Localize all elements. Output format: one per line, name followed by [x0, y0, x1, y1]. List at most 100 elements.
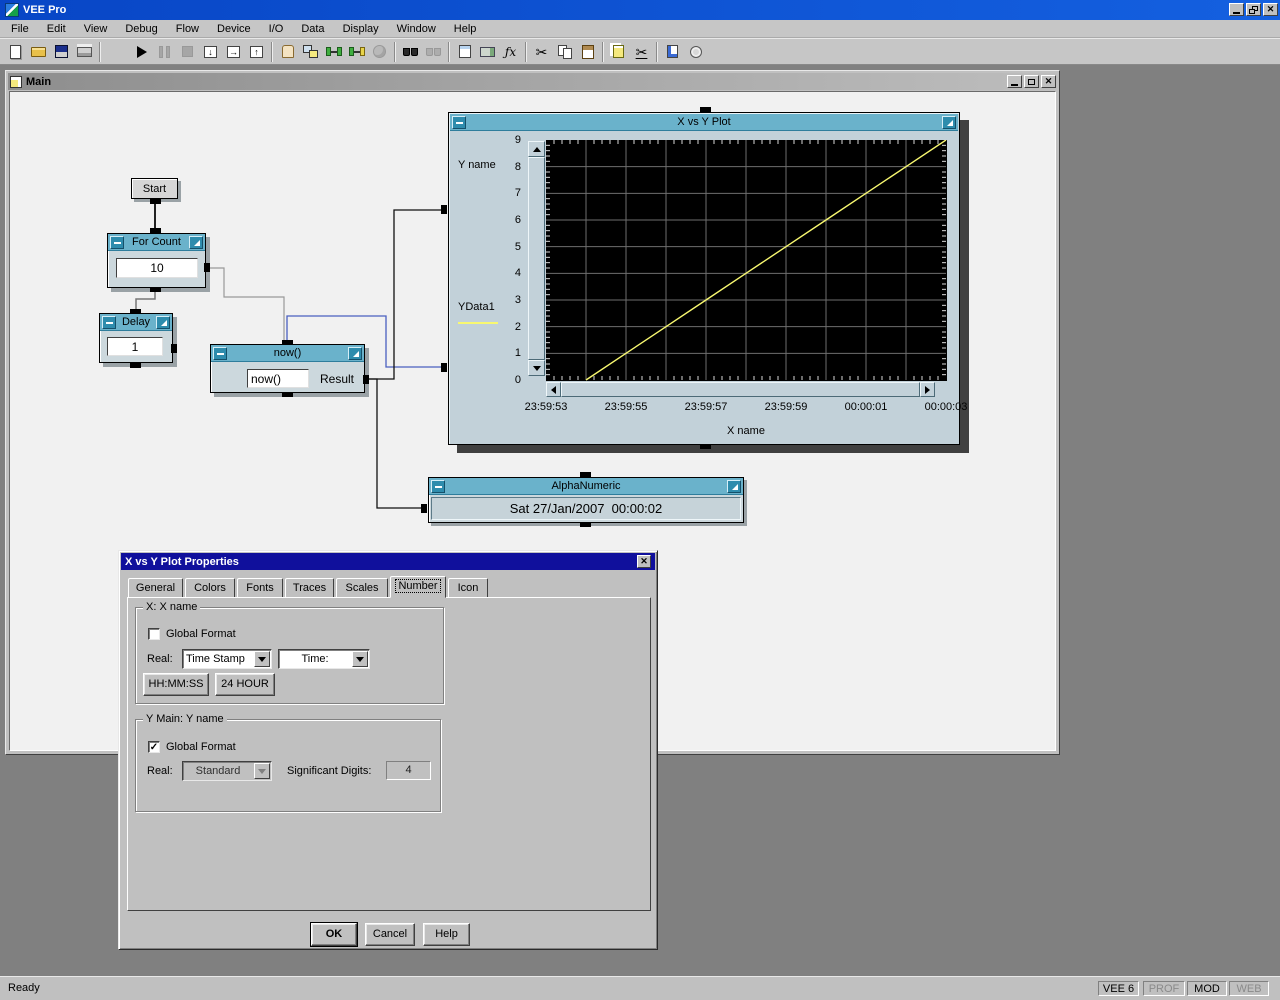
- menu-help[interactable]: Help: [445, 21, 486, 37]
- cancel-button[interactable]: Cancel: [365, 923, 415, 946]
- menu-device[interactable]: Device: [208, 21, 260, 37]
- tab-colors[interactable]: Colors: [185, 578, 235, 598]
- help-button[interactable]: Help: [423, 923, 470, 946]
- menu-display[interactable]: Display: [334, 21, 388, 37]
- create-userobject-icon[interactable]: [607, 41, 630, 63]
- properties-icon[interactable]: [453, 41, 476, 63]
- dialog-titlebar[interactable]: X vs Y Plot Properties ✕: [121, 553, 655, 570]
- for-count-minimize-icon[interactable]: [110, 236, 124, 249]
- main-minimize-button[interactable]: [1007, 75, 1022, 88]
- main-close-button[interactable]: ✕: [1041, 75, 1056, 88]
- open-icon[interactable]: [27, 41, 50, 63]
- xy-plot-window[interactable]: X vs Y Plot Y name YData1 9876543210 23:…: [448, 112, 960, 445]
- plot-y-scroll-thumb[interactable]: [528, 157, 545, 360]
- plot-data-in-pin-2[interactable]: [441, 363, 447, 372]
- delay-object[interactable]: Delay: [99, 313, 173, 363]
- save-icon[interactable]: [50, 41, 73, 63]
- formula-result-terminal[interactable]: Result: [313, 369, 361, 388]
- plot-x-scroll-right-icon[interactable]: [920, 382, 935, 397]
- x-hhmmss-button[interactable]: HH:MM:SS: [143, 673, 209, 696]
- menu-data[interactable]: Data: [292, 21, 333, 37]
- tab-traces[interactable]: Traces: [285, 578, 334, 598]
- tab-icon[interactable]: Icon: [448, 578, 488, 598]
- tab-scales[interactable]: Scales: [336, 578, 388, 598]
- plot-data-in-pin-1[interactable]: [441, 205, 447, 214]
- plot-y-scrollbar[interactable]: [528, 141, 545, 376]
- delay-minimize-icon[interactable]: [102, 316, 116, 329]
- paste-icon[interactable]: [576, 41, 599, 63]
- menu-file[interactable]: File: [2, 21, 38, 37]
- alphanumeric-object[interactable]: AlphaNumeric Sat 27/Jan/2007 00:00:02: [428, 477, 744, 523]
- start-sequence-out-pin[interactable]: [150, 199, 161, 204]
- copy-icon[interactable]: [553, 41, 576, 63]
- start-object[interactable]: Start: [131, 178, 178, 199]
- alphanumeric-sequence-out-pin[interactable]: [580, 522, 591, 527]
- delay-data-pin[interactable]: [171, 344, 177, 353]
- for-count-value-input[interactable]: [116, 258, 198, 278]
- run-icon[interactable]: [130, 41, 153, 63]
- tab-number[interactable]: Number: [390, 576, 446, 598]
- ok-button[interactable]: OK: [311, 923, 357, 946]
- instrument-manager-icon[interactable]: [476, 41, 499, 63]
- alphanumeric-data-in-pin[interactable]: [421, 504, 427, 513]
- plot-area[interactable]: [546, 140, 947, 381]
- formula-result-out-pin[interactable]: [363, 375, 369, 384]
- menu-window[interactable]: Window: [388, 21, 445, 37]
- menu-view[interactable]: View: [75, 21, 117, 37]
- clean-up-lines-icon[interactable]: [345, 41, 368, 63]
- step-into-icon[interactable]: ↓: [199, 41, 222, 63]
- x-subformat-combo[interactable]: Time:: [278, 649, 370, 669]
- alphanumeric-resize-icon[interactable]: [727, 480, 741, 493]
- dialog-close-icon[interactable]: ✕: [637, 555, 651, 568]
- x-24hour-button[interactable]: 24 HOUR: [215, 673, 275, 696]
- menu-flow[interactable]: Flow: [167, 21, 208, 37]
- show-panel-icon[interactable]: [299, 41, 322, 63]
- alphanumeric-titlebar[interactable]: AlphaNumeric: [429, 478, 743, 495]
- delay-sequence-out-pin[interactable]: [130, 363, 141, 368]
- main-window-titlebar[interactable]: Main ✕: [8, 73, 1057, 90]
- formula-titlebar[interactable]: now(): [211, 345, 364, 362]
- tab-fonts[interactable]: Fonts: [237, 578, 283, 598]
- app-minimize-button[interactable]: [1229, 3, 1244, 16]
- app-close-button[interactable]: ✕: [1263, 3, 1278, 16]
- delay-resize-icon[interactable]: [156, 316, 170, 329]
- step-over-icon[interactable]: →: [222, 41, 245, 63]
- alphanumeric-minimize-icon[interactable]: [431, 480, 445, 493]
- app-restore-button[interactable]: [1246, 3, 1261, 16]
- formula-object[interactable]: now() Result: [210, 344, 365, 393]
- for-count-titlebar[interactable]: For Count: [108, 234, 205, 251]
- menu-edit[interactable]: Edit: [38, 21, 75, 37]
- plot-resize-icon[interactable]: [942, 116, 956, 129]
- menu-i-o[interactable]: I/O: [260, 21, 293, 37]
- plot-titlebar[interactable]: X vs Y Plot: [450, 114, 958, 131]
- find-icon[interactable]: [399, 41, 422, 63]
- step-out-icon[interactable]: ↑: [245, 41, 268, 63]
- tab-general[interactable]: General: [128, 578, 183, 598]
- y-global-format-checkbox[interactable]: [148, 741, 160, 753]
- formula-minimize-icon[interactable]: [213, 347, 227, 360]
- forcount-data-out-pin[interactable]: [204, 263, 210, 272]
- for-count-object[interactable]: For Count: [107, 233, 206, 288]
- plot-x-scrollbar[interactable]: [546, 382, 935, 397]
- x-format-dropdown-icon[interactable]: [254, 651, 270, 667]
- x-global-format-checkbox[interactable]: [148, 628, 160, 640]
- select-hand-icon[interactable]: [276, 41, 299, 63]
- menu-debug[interactable]: Debug: [116, 21, 166, 37]
- plot-x-scroll-left-icon[interactable]: [546, 382, 561, 397]
- x-subformat-dropdown-icon[interactable]: [352, 651, 368, 667]
- formula-expression-input[interactable]: [247, 369, 309, 388]
- forcount-sequence-out-pin[interactable]: [150, 287, 161, 292]
- timer-icon[interactable]: [684, 41, 707, 63]
- delay-value-input[interactable]: [107, 337, 163, 356]
- add-terminal-icon[interactable]: [322, 41, 345, 63]
- for-count-resize-icon[interactable]: [189, 236, 203, 249]
- new-icon[interactable]: [4, 41, 27, 63]
- plot-x-scroll-thumb[interactable]: [561, 382, 920, 397]
- plot-sequence-out-pin[interactable]: [700, 444, 711, 449]
- print-icon[interactable]: [73, 41, 96, 63]
- plot-y-scroll-up-icon[interactable]: [528, 141, 545, 157]
- plot-minimize-icon[interactable]: [452, 116, 466, 129]
- report-icon[interactable]: [661, 41, 684, 63]
- delete-lines-icon[interactable]: ✂: [630, 41, 653, 63]
- formula-sequence-out-pin[interactable]: [282, 392, 293, 397]
